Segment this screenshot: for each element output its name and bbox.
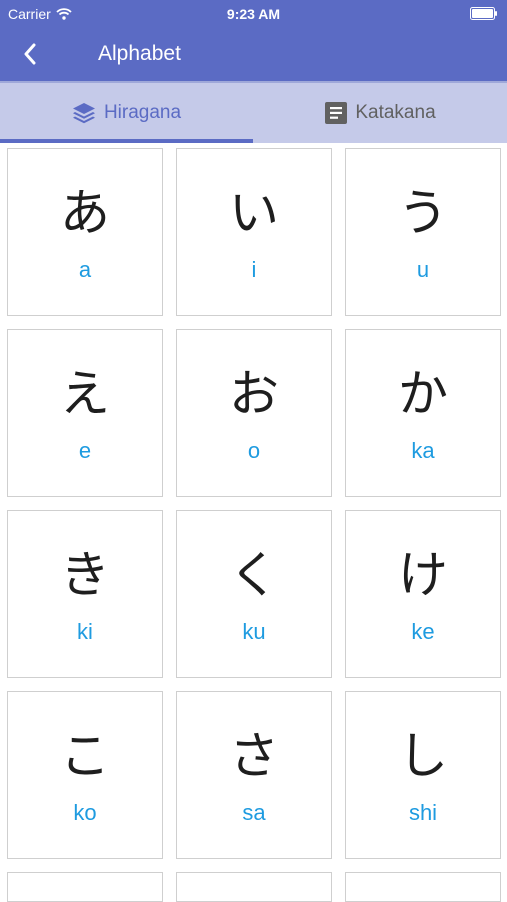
character-grid: あ a い i う u え e お o か ka き ki く ku け ke …: [7, 148, 501, 902]
romaji-label: a: [78, 257, 92, 282]
battery-icon: [470, 7, 498, 23]
tab-hiragana[interactable]: Hiragana: [0, 83, 253, 143]
character-card[interactable]: こ ko: [7, 691, 163, 859]
romaji-label: i: [251, 257, 257, 282]
romaji-label: ko: [73, 800, 97, 825]
character-card[interactable]: あ a: [7, 148, 163, 316]
character-card[interactable]: う u: [345, 148, 501, 316]
tab-hiragana-label: Hiragana: [103, 102, 182, 123]
romaji-label: ke: [411, 619, 435, 644]
tab-katakana-label: Katakana: [355, 102, 436, 123]
chevron-left-icon: [24, 43, 36, 65]
status-time: 9:23 AM: [226, 6, 281, 22]
romaji-label: ku: [242, 619, 266, 644]
kana-character: い: [229, 184, 279, 242]
document-icon: [325, 102, 348, 124]
character-card[interactable]: さ sa: [176, 691, 332, 859]
layers-icon: [72, 103, 95, 124]
tab-katakana[interactable]: Katakana: [254, 83, 507, 143]
kana-character: さ: [229, 727, 279, 785]
kana-character: き: [60, 546, 110, 604]
character-card[interactable]: き ki: [7, 510, 163, 678]
character-card[interactable]: お o: [176, 329, 332, 497]
character-card-partial[interactable]: [345, 872, 501, 902]
app-bar: Alphabet: [0, 28, 507, 81]
romaji-label: o: [247, 438, 261, 463]
character-card-partial[interactable]: [176, 872, 332, 902]
kana-character: か: [398, 365, 448, 423]
kana-character: し: [398, 727, 448, 785]
kana-character: お: [229, 365, 279, 423]
kana-character: あ: [60, 184, 110, 242]
character-card[interactable]: か ka: [345, 329, 501, 497]
romaji-label: ki: [77, 619, 93, 644]
tab-indicator: [0, 139, 253, 143]
page-title: Alphabet: [98, 42, 181, 65]
kana-character: え: [60, 365, 110, 423]
kana-character: こ: [60, 727, 110, 785]
character-card[interactable]: く ku: [176, 510, 332, 678]
romaji-label: e: [78, 438, 92, 463]
character-card[interactable]: け ke: [345, 510, 501, 678]
tab-bar: Hiragana Katakana: [0, 81, 507, 143]
back-button[interactable]: [14, 38, 46, 70]
character-card-partial[interactable]: [7, 872, 163, 902]
romaji-label: shi: [408, 800, 438, 825]
status-bar: Carrier 9:23 AM: [0, 0, 507, 28]
kana-character: く: [229, 546, 279, 604]
romaji-label: sa: [242, 800, 266, 825]
character-card[interactable]: し shi: [345, 691, 501, 859]
character-card[interactable]: い i: [176, 148, 332, 316]
character-card[interactable]: え e: [7, 329, 163, 497]
romaji-label: u: [416, 257, 430, 282]
romaji-label: ka: [411, 438, 435, 463]
kana-character: け: [398, 546, 448, 604]
kana-character: う: [398, 184, 448, 242]
